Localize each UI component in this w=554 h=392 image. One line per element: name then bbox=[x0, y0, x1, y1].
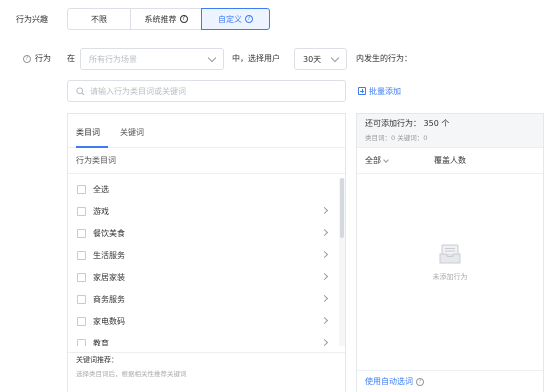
list-scrollbar[interactable] bbox=[339, 178, 345, 346]
question-icon[interactable]: ? bbox=[179, 15, 188, 23]
checkbox[interactable] bbox=[77, 294, 86, 304]
chevron-right-icon[interactable] bbox=[320, 206, 329, 215]
list-item[interactable]: 生活服务 bbox=[68, 244, 345, 266]
days-select[interactable]: 30天 bbox=[294, 48, 347, 70]
list-item[interactable]: 家居家装 bbox=[68, 266, 345, 288]
list-item[interactable]: 商务服务 bbox=[68, 288, 345, 310]
interest-option-system-recommend[interactable]: 系统推荐? bbox=[130, 8, 202, 30]
behavior-prefix: 在 bbox=[67, 54, 75, 63]
list-item[interactable]: 餐饮美食 bbox=[68, 222, 345, 244]
counts-text: 类目词：0 关键词：0 bbox=[365, 134, 428, 142]
behavior-search-input[interactable]: 请输入行为类目词或关键词 bbox=[67, 80, 346, 102]
question-icon[interactable]: ? bbox=[416, 377, 424, 386]
keyword-recommend: 关键词推荐： 选择类目词后，根据相关性推荐关键词 bbox=[68, 352, 345, 378]
list-item[interactable]: 教育 bbox=[68, 332, 345, 346]
interest-option-unlimited[interactable]: 不限 bbox=[67, 8, 131, 30]
chevron-right-icon[interactable] bbox=[320, 250, 329, 259]
tab-keywords[interactable]: 关键词 bbox=[120, 127, 150, 147]
chevron-down-icon bbox=[207, 53, 217, 62]
batch-add-link[interactable]: 批量添加 bbox=[358, 86, 401, 97]
checkbox[interactable] bbox=[77, 316, 86, 326]
chevron-down-icon bbox=[383, 156, 389, 163]
interest-label: 行为兴趣 bbox=[16, 15, 48, 24]
category-tabs: 类目词 关键词 bbox=[68, 114, 345, 148]
empty-state: 未添加行为 bbox=[357, 244, 543, 282]
checkbox[interactable] bbox=[77, 206, 86, 216]
category-list: 全选 游戏 餐饮美食 生活服务 家居家装 商务服务 家电数码 教育 bbox=[68, 178, 345, 346]
empty-text: 未添加行为 bbox=[432, 273, 468, 281]
scrollbar-thumb[interactable] bbox=[340, 178, 344, 238]
search-icon bbox=[76, 86, 85, 95]
tab-category-words[interactable]: 类目词 bbox=[76, 127, 108, 148]
chevron-right-icon[interactable] bbox=[320, 338, 329, 346]
list-item[interactable]: 家电数码 bbox=[68, 310, 345, 332]
chevron-right-icon[interactable] bbox=[320, 316, 329, 325]
auto-select-link[interactable]: 使用自动选词 bbox=[365, 376, 413, 387]
selected-columns: 全部 覆盖人数 bbox=[357, 148, 543, 174]
question-icon[interactable]: ? bbox=[245, 15, 253, 23]
list-item-select-all[interactable]: 全选 bbox=[68, 178, 345, 200]
behavior-middle-text: 中，选择用户 bbox=[232, 54, 280, 63]
list-item[interactable]: 游戏 bbox=[68, 200, 345, 222]
empty-tray-icon bbox=[439, 244, 461, 264]
chevron-down-icon bbox=[330, 53, 340, 62]
checkbox[interactable] bbox=[77, 228, 86, 238]
checkbox[interactable] bbox=[77, 250, 86, 260]
behavior-label-group: ? 行为 bbox=[23, 53, 51, 64]
selected-panel-header: 还可添加行为： 350 个 类目词：0 关键词：0 bbox=[357, 114, 543, 148]
capacity-text: 还可添加行为： 350 个 bbox=[365, 119, 450, 128]
checkbox[interactable] bbox=[77, 338, 86, 346]
behavior-label: 行为 bbox=[35, 54, 51, 63]
keyword-recommend-hint: 选择类目词后，根据相关性推荐关键词 bbox=[76, 370, 187, 378]
cover-count-header: 覆盖人数 bbox=[434, 156, 466, 165]
category-subheader: 行为类目词 bbox=[68, 148, 345, 174]
behavior-suffix: 内发生的行为： bbox=[356, 54, 412, 63]
batch-add-icon bbox=[358, 87, 366, 95]
filter-all-dropdown[interactable]: 全部 bbox=[365, 155, 389, 166]
chevron-right-icon[interactable] bbox=[320, 294, 329, 303]
category-panel: 类目词 关键词 行为类目词 全选 游戏 餐饮美食 生活服务 家居家装 商务服务 … bbox=[67, 113, 346, 392]
keyword-recommend-title: 关键词推荐： bbox=[76, 356, 118, 364]
chevron-right-icon[interactable] bbox=[320, 272, 329, 281]
interest-segmented-control: 不限 系统推荐? 自定义? bbox=[67, 8, 270, 30]
auto-select-footer: 使用自动选词 ? bbox=[357, 370, 543, 392]
selected-panel: 还可添加行为： 350 个 类目词：0 关键词：0 全部 覆盖人数 未添加行为 … bbox=[356, 113, 544, 392]
checkbox[interactable] bbox=[77, 184, 86, 194]
chevron-right-icon[interactable] bbox=[320, 228, 329, 237]
behavior-scene-select[interactable]: 所有行为场景 bbox=[80, 48, 224, 70]
interest-option-custom[interactable]: 自定义? bbox=[201, 8, 270, 30]
checkbox[interactable] bbox=[77, 272, 86, 282]
question-icon[interactable]: ? bbox=[23, 54, 31, 63]
